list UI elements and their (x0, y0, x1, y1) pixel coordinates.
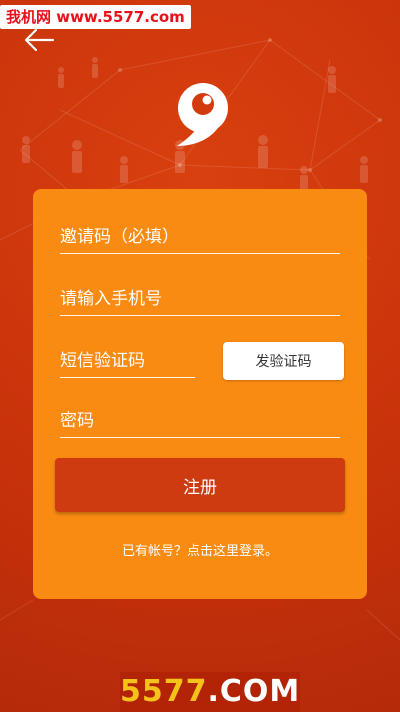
app-logo-icon (177, 83, 228, 146)
watermark-bottom-prefix: 5577 (120, 674, 208, 709)
watermark-bottom-suffix: .COM (207, 674, 301, 709)
send-code-button[interactable]: 发验证码 (223, 342, 344, 380)
password-field (60, 405, 340, 438)
back-button[interactable] (22, 26, 56, 54)
invite-code-input[interactable] (60, 221, 340, 253)
register-button[interactable]: 注册 (55, 458, 345, 512)
register-card: 发验证码 注册 已有帐号？点击这里登录。 (33, 189, 367, 599)
arrow-left-icon (24, 28, 55, 52)
sms-code-input[interactable] (60, 345, 195, 377)
password-input[interactable] (60, 405, 340, 437)
watermark-bottom: 5577.COM (120, 672, 300, 712)
sms-code-field (60, 345, 195, 378)
phone-field (60, 283, 340, 316)
login-link[interactable]: 已有帐号？点击这里登录。 (33, 540, 367, 559)
phone-input[interactable] (60, 283, 340, 315)
invite-code-field (60, 221, 340, 254)
